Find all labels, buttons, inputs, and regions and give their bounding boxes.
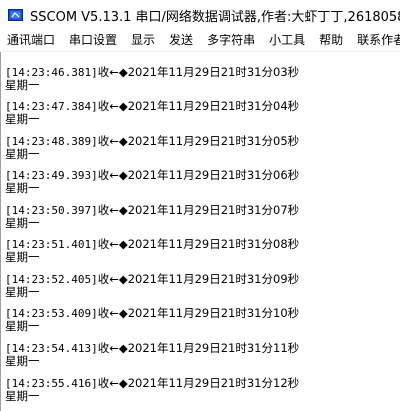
menu-item-tools[interactable]: 小工具	[262, 30, 312, 51]
log-message: 收←◆2021年11月29日21时31分10秒	[97, 306, 300, 320]
log-message: 收←◆2021年11月29日21时31分03秒	[97, 65, 300, 79]
log-message: 收←◆2021年11月29日21时31分07秒	[97, 203, 300, 217]
menu-item-serial-settings[interactable]: 串口设置	[62, 30, 124, 51]
log-weekday: 星期一	[5, 250, 40, 264]
menu-item-contact-author[interactable]: 联系作者	[350, 30, 400, 51]
log-entry: [14:23:46.381]收←◆2021年11月29日21时31分03秒 星期…	[5, 66, 299, 92]
log-weekday: 星期一	[5, 319, 40, 333]
menu-item-comm-port[interactable]: 通讯端口	[0, 30, 62, 51]
log-weekday: 星期一	[5, 285, 40, 299]
log-entry: [14:23:53.409]收←◆2021年11月29日21时31分10秒 星期…	[5, 307, 299, 333]
menu-bar: 通讯端口 串口设置 显示 发送 多字符串 小工具 帮助 联系作者	[0, 30, 400, 51]
log-message: 收←◆2021年11月29日21时31分11秒	[97, 341, 300, 355]
log-message: 收←◆2021年11月29日21时31分04秒	[97, 99, 300, 113]
log-message: 收←◆2021年11月29日21时31分12秒	[97, 376, 300, 390]
log-message: 收←◆2021年11月29日21时31分09秒	[97, 272, 300, 286]
app-icon	[8, 8, 23, 21]
log-weekday: 星期一	[5, 389, 40, 403]
sscom-window: SSCOM V5.13.1 串口/网络数据调试器,作者:大虾丁丁,2618058…	[0, 0, 400, 411]
log-message: 收←◆2021年11月29日21时31分08秒	[97, 237, 300, 251]
menu-item-display[interactable]: 显示	[124, 30, 162, 51]
window-title: SSCOM V5.13.1 串口/网络数据调试器,作者:大虾丁丁,2618058…	[30, 9, 400, 25]
menu-item-send[interactable]: 发送	[162, 30, 200, 51]
log-entry: [14:23:52.405]收←◆2021年11月29日21时31分09秒 星期…	[5, 273, 299, 299]
menu-item-multi-string[interactable]: 多字符串	[200, 30, 262, 51]
log-weekday: 星期一	[5, 78, 40, 92]
receive-log-area[interactable]: [14:23:46.381]收←◆2021年11月29日21时31分03秒 星期…	[0, 52, 400, 411]
menu-item-help[interactable]: 帮助	[312, 30, 350, 51]
log-weekday: 星期一	[5, 112, 40, 126]
log-weekday: 星期一	[5, 181, 40, 195]
title-bar[interactable]: SSCOM V5.13.1 串口/网络数据调试器,作者:大虾丁丁,2618058…	[0, 0, 400, 30]
log-entry: [14:23:48.389]收←◆2021年11月29日21时31分05秒 星期…	[5, 135, 299, 161]
log-entry: [14:23:47.384]收←◆2021年11月29日21时31分04秒 星期…	[5, 100, 299, 126]
log-weekday: 星期一	[5, 354, 40, 368]
log-entry: [14:23:55.416]收←◆2021年11月29日21时31分12秒 星期…	[5, 377, 299, 403]
log-message: 收←◆2021年11月29日21时31分06秒	[97, 168, 300, 182]
log-entry: [14:23:51.401]收←◆2021年11月29日21时31分08秒 星期…	[5, 238, 299, 264]
log-entry: [14:23:54.413]收←◆2021年11月29日21时31分11秒 星期…	[5, 342, 299, 368]
log-message: 收←◆2021年11月29日21时31分05秒	[97, 134, 300, 148]
log-weekday: 星期一	[5, 216, 40, 230]
log-entry: [14:23:50.397]收←◆2021年11月29日21时31分07秒 星期…	[5, 204, 299, 230]
log-weekday: 星期一	[5, 147, 40, 161]
log-entry: [14:23:49.393]收←◆2021年11月29日21时31分06秒 星期…	[5, 169, 299, 195]
